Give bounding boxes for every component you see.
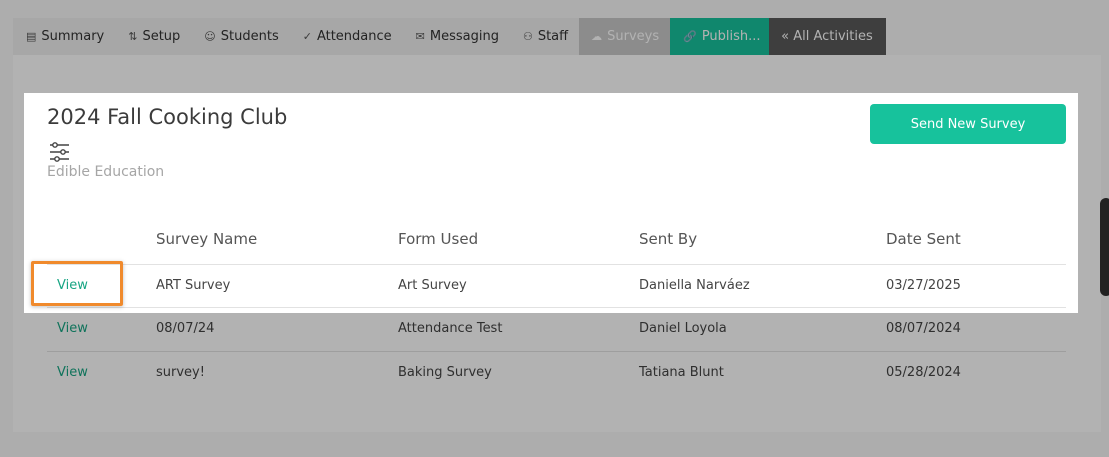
row-divider bbox=[47, 351, 1066, 352]
tab-label: Publish... bbox=[701, 29, 761, 44]
tutorial-highlight-box bbox=[31, 261, 123, 306]
envelope-icon: ✉ bbox=[415, 30, 425, 43]
tab-label: Summary bbox=[41, 29, 105, 44]
column-header-date-sent: Date Sent bbox=[886, 230, 961, 248]
sliders-icon: ⇅ bbox=[128, 30, 138, 43]
tab-staff[interactable]: ⚇ Staff bbox=[509, 18, 580, 55]
column-header-form-used: Form Used bbox=[398, 230, 479, 248]
filter-icon[interactable] bbox=[49, 142, 70, 162]
send-new-survey-button[interactable]: Send New Survey bbox=[870, 104, 1066, 144]
tab-label: Surveys bbox=[607, 29, 660, 44]
cell-date-sent: 08/07/2024 bbox=[886, 321, 961, 336]
students-icon: ☺ bbox=[204, 30, 216, 43]
tab-surveys[interactable]: ☁ Surveys bbox=[579, 18, 671, 55]
cloud-icon: ☁ bbox=[591, 30, 603, 43]
cell-sent-by: Tatiana Blunt bbox=[639, 365, 724, 380]
tab-label: « All Activities bbox=[781, 29, 873, 44]
check-icon: ✓ bbox=[302, 30, 312, 43]
tab-students[interactable]: ☺ Students bbox=[191, 18, 290, 55]
page-title: 2024 Fall Cooking Club bbox=[47, 105, 288, 129]
column-header-survey-name: Survey Name bbox=[156, 230, 258, 248]
cell-date-sent: 03/27/2025 bbox=[886, 278, 961, 293]
cell-form-used: Baking Survey bbox=[398, 365, 492, 380]
tab-publish[interactable]: 🔗 Publish... bbox=[670, 18, 770, 55]
view-link[interactable]: View bbox=[57, 365, 88, 380]
tab-label: Students bbox=[220, 29, 279, 44]
cell-survey-name: survey! bbox=[156, 365, 205, 380]
column-header-sent-by: Sent By bbox=[639, 230, 698, 248]
link-icon: 🔗 bbox=[683, 30, 697, 43]
organization-name: Edible Education bbox=[47, 164, 165, 180]
cell-sent-by: Daniella Narváez bbox=[639, 278, 750, 293]
tab-label: Setup bbox=[142, 29, 181, 44]
cell-form-used: Art Survey bbox=[398, 278, 467, 293]
cell-survey-name: 08/07/24 bbox=[156, 321, 215, 336]
tab-label: Attendance bbox=[316, 29, 392, 44]
tab-summary[interactable]: ▤ Summary bbox=[13, 18, 116, 55]
chart-icon: ▤ bbox=[26, 30, 37, 43]
tab-attendance[interactable]: ✓ Attendance bbox=[289, 18, 403, 55]
cell-form-used: Attendance Test bbox=[398, 321, 503, 336]
view-link[interactable]: View bbox=[57, 321, 88, 336]
tab-label: Staff bbox=[537, 29, 569, 44]
header-divider bbox=[47, 264, 1066, 265]
all-activities-button[interactable]: « All Activities bbox=[769, 18, 886, 55]
tab-messaging[interactable]: ✉ Messaging bbox=[402, 18, 510, 55]
staff-icon: ⚇ bbox=[522, 30, 533, 43]
activity-tabs: ▤ Summary ⇅ Setup ☺ Students ✓ Attendanc… bbox=[13, 18, 886, 55]
cell-sent-by: Daniel Loyola bbox=[639, 321, 727, 336]
tab-label: Messaging bbox=[429, 29, 499, 44]
row-divider bbox=[47, 307, 1066, 308]
tab-setup[interactable]: ⇅ Setup bbox=[115, 18, 192, 55]
tutorial-side-tab[interactable] bbox=[1100, 198, 1109, 296]
cell-date-sent: 05/28/2024 bbox=[886, 365, 961, 380]
cell-survey-name: ART Survey bbox=[156, 278, 231, 293]
